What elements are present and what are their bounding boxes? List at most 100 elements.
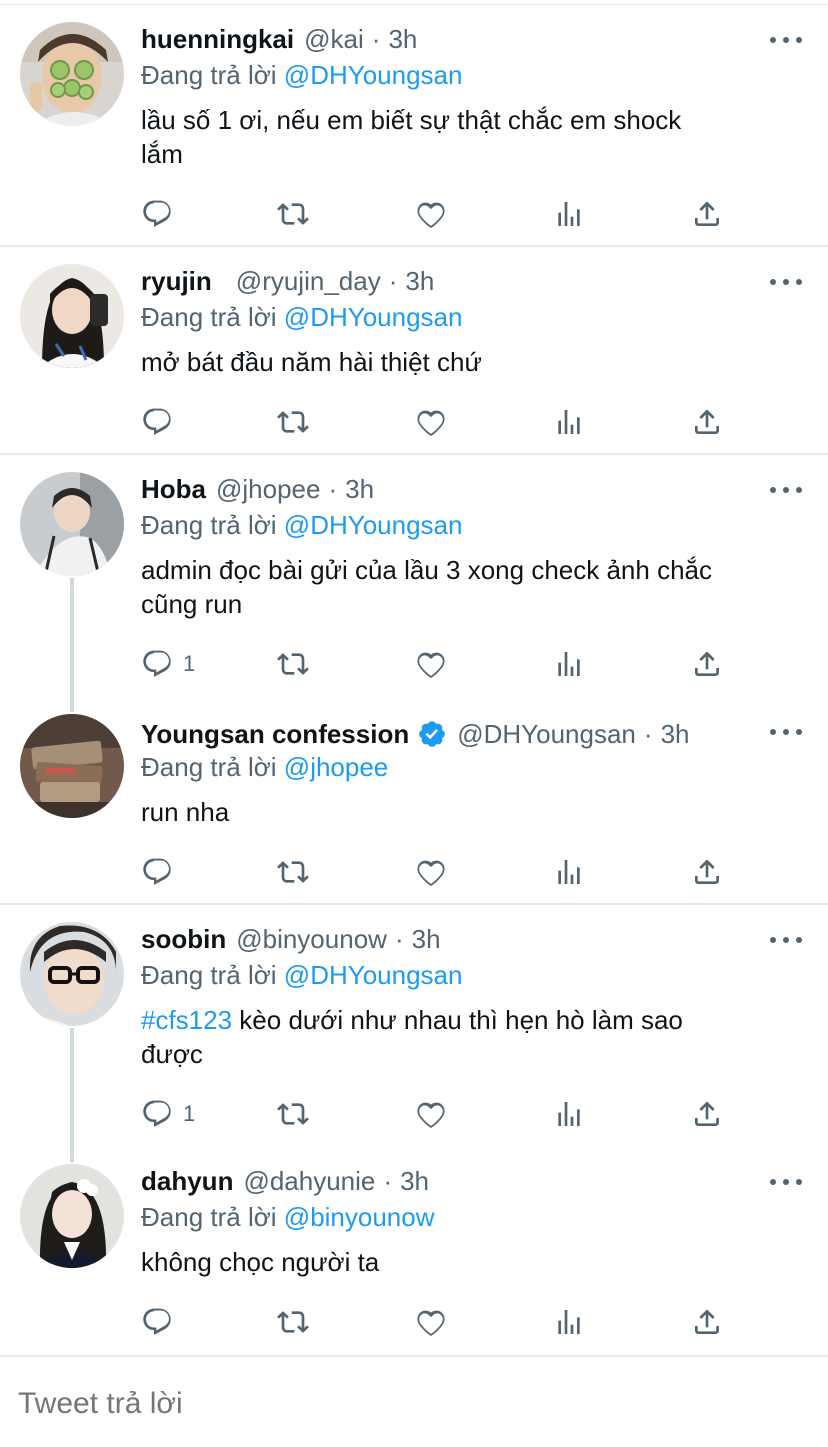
share-button[interactable] — [691, 405, 723, 439]
replying-label: Đang trả lời — [141, 1202, 277, 1232]
avatar-ryujin[interactable] — [20, 264, 124, 368]
view-stats-icon — [553, 406, 585, 438]
timestamp[interactable]: 3h — [400, 1166, 429, 1197]
separator-dot: · — [328, 473, 338, 504]
retweet-button[interactable] — [277, 855, 309, 889]
retweet-button[interactable] — [277, 405, 309, 439]
like-icon — [415, 648, 447, 680]
retweet-icon — [277, 406, 309, 438]
hashtag-link[interactable]: #cfs123 — [141, 1005, 232, 1035]
mention-link[interactable]: @DHYoungsan — [284, 302, 463, 332]
avatar-hoba[interactable] — [20, 472, 124, 576]
tweet-text: run nha — [141, 795, 801, 829]
share-button[interactable] — [691, 855, 723, 889]
tweet-text: lầu số 1 ơi, nếu em biết sự thật chắc em… — [141, 103, 801, 171]
timestamp[interactable]: 3h — [345, 474, 374, 505]
view-stats-button[interactable] — [553, 647, 585, 681]
retweet-button[interactable] — [277, 1305, 309, 1339]
share-button[interactable] — [691, 647, 723, 681]
like-icon — [415, 198, 447, 230]
user-handle[interactable]: @DHYoungsan — [457, 719, 636, 750]
reply-count: 1 — [183, 1101, 196, 1126]
tweet-actions — [141, 855, 741, 889]
tweet-actions: 1 — [141, 647, 741, 681]
user-handle[interactable]: @kai — [304, 24, 364, 55]
tweet-header: dahyun @dahyunie · 3h — [141, 1164, 429, 1198]
tweet-divider — [0, 245, 828, 247]
more-options-icon[interactable] — [770, 480, 802, 500]
more-options-icon[interactable] — [770, 30, 802, 50]
verified-badge-icon — [419, 721, 446, 747]
tweet-header: soobin @binyounow · 3h — [141, 922, 441, 956]
more-options-icon[interactable] — [770, 722, 802, 742]
reply-button[interactable] — [141, 855, 183, 889]
share-button[interactable] — [691, 1305, 723, 1339]
tweet-divider — [0, 453, 828, 455]
view-stats-button[interactable] — [553, 1097, 585, 1131]
display-name[interactable]: huenningkai — [141, 24, 294, 55]
like-button[interactable] — [415, 855, 447, 889]
avatar-huenningkai[interactable] — [20, 22, 124, 126]
like-button[interactable] — [415, 197, 447, 231]
like-button[interactable] — [415, 1305, 447, 1339]
display-name[interactable]: ryujin — [141, 266, 212, 297]
more-options-icon[interactable] — [770, 1172, 802, 1192]
tweet-text-line: lắm — [141, 139, 183, 169]
mention-link[interactable]: @binyounow — [284, 1202, 435, 1232]
mention-link[interactable]: @DHYoungsan — [284, 510, 463, 540]
display-name[interactable]: Youngsan confession — [141, 719, 409, 750]
separator-dot: · — [383, 1165, 393, 1196]
tweet-divider — [0, 903, 828, 905]
avatar-dahyun[interactable] — [20, 1164, 124, 1268]
more-options-icon[interactable] — [770, 930, 802, 950]
more-options-icon[interactable] — [770, 272, 802, 292]
avatar-youngsan-confession[interactable] — [20, 714, 124, 818]
reply-composer-input[interactable] — [18, 1386, 798, 1422]
timestamp[interactable]: 3h — [412, 924, 441, 955]
reply-button[interactable] — [141, 405, 183, 439]
tweet-actions: 1 — [141, 1097, 741, 1131]
retweet-button[interactable] — [277, 197, 309, 231]
user-handle[interactable]: @ryujin_day — [236, 266, 381, 297]
user-handle[interactable]: @dahyunie — [243, 1166, 375, 1197]
timestamp[interactable]: 3h — [661, 719, 690, 750]
display-name[interactable]: soobin — [141, 924, 226, 955]
reply-button[interactable] — [141, 1305, 183, 1339]
timestamp[interactable]: 3h — [388, 24, 417, 55]
tweet-text: admin đọc bài gửi của lầu 3 xong check ả… — [141, 553, 801, 621]
share-button[interactable] — [691, 1097, 723, 1131]
like-button[interactable] — [415, 1097, 447, 1131]
share-button[interactable] — [691, 197, 723, 231]
thread-connector — [70, 578, 74, 712]
separator-dot: · — [643, 718, 653, 749]
reply-icon — [141, 1306, 173, 1338]
like-button[interactable] — [415, 405, 447, 439]
top-divider — [0, 4, 828, 5]
mention-link[interactable]: @jhopee — [284, 752, 388, 782]
reply-button[interactable] — [141, 197, 183, 231]
view-stats-button[interactable] — [553, 197, 585, 231]
display-name[interactable]: Hoba — [141, 474, 206, 505]
view-stats-button[interactable] — [553, 405, 585, 439]
user-handle[interactable]: @binyounow — [236, 924, 387, 955]
tweet-text-line: không chọc người ta — [141, 1247, 380, 1277]
retweet-button[interactable] — [277, 1097, 309, 1131]
reply-button[interactable]: 1 — [141, 647, 195, 681]
replying-label: Đang trả lời — [141, 752, 277, 782]
display-name[interactable]: dahyun — [141, 1166, 233, 1197]
view-stats-button[interactable] — [553, 1305, 585, 1339]
tweet-text-segment: kèo dưới như nhau thì hẹn hò làm sao — [232, 1005, 683, 1035]
like-button[interactable] — [415, 647, 447, 681]
avatar-soobin[interactable] — [20, 922, 124, 1026]
view-stats-icon — [553, 1098, 585, 1130]
mention-link[interactable]: @DHYoungsan — [284, 960, 463, 990]
tweet-actions — [141, 1305, 741, 1339]
user-handle[interactable]: @jhopee — [216, 474, 320, 505]
mention-link[interactable]: @DHYoungsan — [284, 60, 463, 90]
view-stats-button[interactable] — [553, 855, 585, 889]
share-icon — [691, 1306, 723, 1338]
retweet-button[interactable] — [277, 647, 309, 681]
retweet-icon — [277, 1306, 309, 1338]
timestamp[interactable]: 3h — [405, 266, 434, 297]
reply-button[interactable]: 1 — [141, 1097, 195, 1131]
